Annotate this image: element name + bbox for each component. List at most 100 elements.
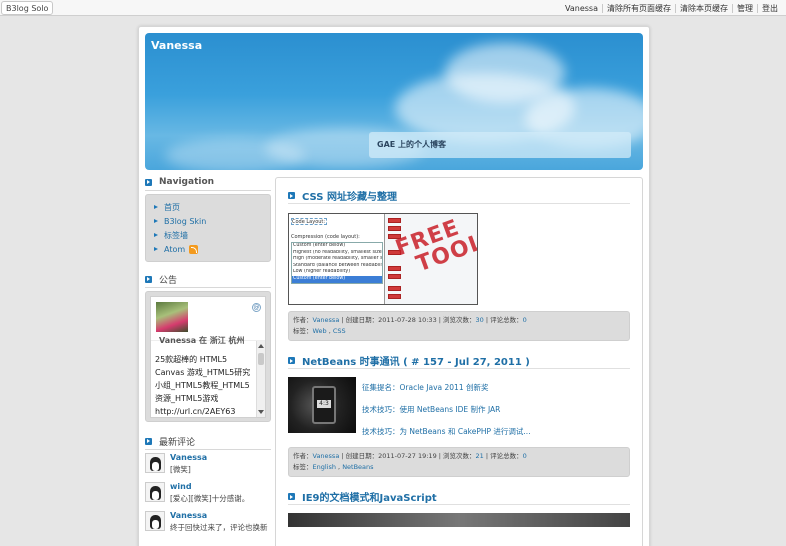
comment-text[interactable]: [微笑]	[170, 464, 207, 475]
sidebar: Navigation 首页 B3log Skin 标签墙 Atom 公告 @ V…	[145, 177, 271, 540]
image-text: High (moderate readability, smaller size…	[293, 256, 382, 262]
tag-link[interactable]: English	[313, 463, 336, 471]
article-link[interactable]: 技术技巧：使用 NetBeans IDE 制作 JAR	[362, 399, 531, 421]
clear-all-cache-link[interactable]: 清除所有页面缓存	[603, 3, 675, 14]
article-link[interactable]: 技术技巧：为 NetBeans 和 CakePHP 进行调试...	[362, 421, 531, 443]
view-count[interactable]: 30	[476, 316, 484, 324]
image-list: Custom (enter below) Highest (no readabi…	[291, 242, 383, 284]
triangle-icon	[154, 247, 158, 251]
arrow-bullet-icon	[288, 493, 295, 500]
cloud-decoration	[445, 43, 565, 103]
main-content: CSS 网址珍藏与整理 Code Layout: Compression (co…	[275, 177, 643, 546]
meta-label: | 创建日期：2011-07-27 19:19 | 浏览次数：	[339, 452, 476, 460]
comment-item: wind [爱心][微笑]十分感谢。	[145, 482, 271, 510]
article-image[interactable]	[288, 513, 630, 527]
article: IE9的文档模式和JavaScript	[276, 491, 642, 527]
triangle-icon	[154, 205, 158, 209]
nav-item-skin[interactable]: B3log Skin	[154, 214, 262, 228]
user-link[interactable]: Vanessa	[561, 4, 602, 13]
widget-post-text: 25款超棒的 HTML5 Canvas 游戏_HTML5研究小组_HTML5教程…	[155, 355, 251, 416]
meta-label: 作者：	[293, 452, 313, 460]
notice-heading: 公告	[145, 274, 271, 288]
avatar[interactable]	[156, 302, 188, 332]
site-title[interactable]: Vanessa	[151, 39, 202, 52]
image-decoration	[388, 226, 401, 231]
widget-scrollbar[interactable]	[256, 341, 265, 417]
admin-links: Vanessa 清除所有页面缓存 清除本页缓存 管理 登出	[561, 0, 782, 16]
tag-link[interactable]: Web	[313, 327, 327, 335]
article-meta: 作者：Vanessa | 创建日期：2011-07-27 19:19 | 浏览次…	[288, 447, 630, 477]
admin-topbar: B3log Solo Vanessa 清除所有页面缓存 清除本页缓存 管理 登出	[0, 0, 786, 16]
image-text: Low (higher readability)	[293, 269, 351, 275]
image-decoration	[388, 274, 401, 279]
image-text: Custom (enter below)	[293, 243, 346, 248]
image-decoration	[388, 218, 401, 223]
triangle-icon	[154, 219, 158, 223]
nav-label[interactable]: B3log Skin	[164, 217, 206, 226]
nav-label[interactable]: Atom	[164, 245, 185, 254]
navigation-box: 首页 B3log Skin 标签墙 Atom	[145, 194, 271, 262]
article-image[interactable]: 4:3	[288, 377, 356, 433]
rss-icon[interactable]	[189, 244, 199, 254]
image-decoration	[388, 294, 401, 299]
author-link[interactable]: Vanessa	[313, 452, 340, 460]
scroll-down-icon[interactable]	[258, 410, 264, 414]
meta-label: 标签：	[293, 327, 313, 335]
comment-author[interactable]: Vanessa	[170, 453, 207, 462]
clear-page-cache-link[interactable]: 清除本页缓存	[676, 3, 732, 14]
meta-label: | 创建日期：2011-07-28 10:33 | 浏览次数：	[339, 316, 476, 324]
comment-item: Vanessa 终于回快过来了，评论也换新	[145, 511, 271, 539]
heading-text: 最新评论	[159, 437, 196, 448]
comment-count[interactable]: 0	[523, 452, 527, 460]
weibo-icon[interactable]: @	[252, 303, 261, 312]
cloud-decoration	[165, 138, 305, 170]
nav-item-home[interactable]: 首页	[154, 200, 262, 214]
article-title[interactable]: CSS 网址珍藏与整理	[302, 188, 397, 203]
avatar[interactable]	[145, 482, 165, 502]
image-text: Code Layout:	[292, 219, 326, 225]
article-title-row: NetBeans 时事通讯 ( # 157 - Jul 27, 2011 )	[288, 355, 630, 369]
comment-author[interactable]: wind	[170, 482, 249, 491]
heading-text: 公告	[159, 275, 178, 286]
comment-item: Vanessa [微笑]	[145, 453, 271, 481]
image-text: Custom (enter below)	[292, 275, 382, 283]
logout-link[interactable]: 登出	[758, 3, 782, 14]
article-link[interactable]: 征集提名：Oracle Java 2011 创新奖	[362, 377, 531, 399]
navigation-heading: Navigation	[145, 177, 271, 191]
comment-text[interactable]: 终于回快过来了，评论也换新	[170, 522, 268, 533]
free-tool-stamp: FREE TOOL	[392, 214, 477, 281]
nav-item-atom[interactable]: Atom	[154, 242, 262, 256]
tag-link[interactable]: CSS	[333, 327, 346, 335]
article-title[interactable]: IE9的文档模式和JavaScript	[302, 489, 437, 504]
admin-link[interactable]: 管理	[733, 3, 757, 14]
article-meta: 作者：Vanessa | 创建日期：2011-07-28 10:33 | 浏览次…	[288, 311, 630, 341]
meta-label: | 评论总数：	[483, 452, 523, 460]
comment-count[interactable]: 0	[523, 316, 527, 324]
arrow-bullet-icon	[145, 437, 152, 445]
tag-link[interactable]: NetBeans	[342, 463, 373, 471]
meta-label: 作者：	[293, 316, 313, 324]
page-wrapper: Vanessa GAE 上的个人博客 Navigation 首页 B3log S…	[138, 26, 650, 546]
weibo-widget: @ Vanessa 在 浙江 杭州 25款超棒的 HTML5 Canvas 游戏…	[150, 296, 266, 418]
widget-user-location: Vanessa 在 浙江 杭州	[159, 336, 245, 345]
view-count[interactable]: 21	[476, 452, 484, 460]
phone-screen: 4:3	[312, 386, 336, 424]
article-image[interactable]: Code Layout: Compression (code layout): …	[288, 213, 478, 305]
image-text: 4:3	[317, 400, 331, 408]
nav-label[interactable]: 首页	[164, 202, 180, 213]
author-link[interactable]: Vanessa	[313, 316, 340, 324]
meta-label: | 评论总数：	[483, 316, 523, 324]
brand-link[interactable]: B3log Solo	[1, 1, 54, 15]
nav-item-tags[interactable]: 标签墙	[154, 228, 262, 242]
avatar[interactable]	[145, 511, 165, 531]
image-text: Standard (balance between readability	[293, 262, 382, 268]
image-text: Compression (code layout):	[291, 234, 360, 240]
comment-author[interactable]: Vanessa	[170, 511, 268, 520]
widget-profile: @ Vanessa 在 浙江 杭州	[151, 297, 265, 345]
scroll-up-icon[interactable]	[258, 344, 264, 348]
scroll-thumb[interactable]	[258, 353, 264, 365]
comment-text[interactable]: [爱心][微笑]十分感谢。	[170, 493, 249, 504]
avatar[interactable]	[145, 453, 165, 473]
nav-label[interactable]: 标签墙	[164, 230, 188, 241]
article-title[interactable]: NetBeans 时事通讯 ( # 157 - Jul 27, 2011 )	[302, 353, 530, 368]
